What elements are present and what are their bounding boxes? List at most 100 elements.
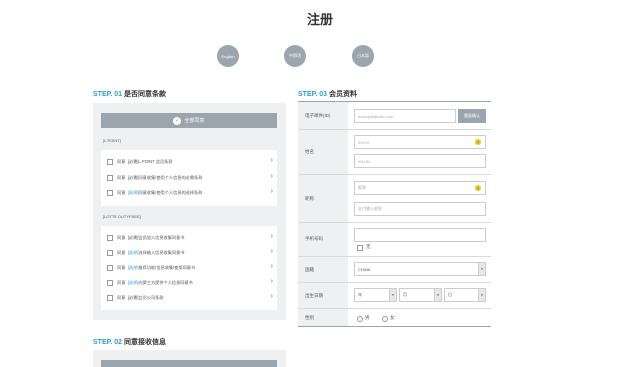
nation-label: 国籍 [305, 267, 314, 272]
item-tag: [必需] [127, 295, 139, 300]
item-text: 同意收集/使用个人信息的选择条款 [138, 190, 203, 195]
item-text: 选择输入信息收集同意书 [138, 250, 185, 255]
step3-bottom-line [298, 326, 491, 327]
agree-checkbox[interactable] [107, 265, 113, 271]
mobile-input[interactable] [354, 228, 486, 242]
step1-title: 是否同意条款 [124, 91, 167, 98]
chevron-right-icon[interactable]: › [271, 173, 273, 180]
page-title: 注册 [306, 12, 333, 27]
step3-title: 会员资料 [329, 91, 358, 98]
birth-year-value: 年 [358, 292, 362, 297]
group-lotte-box: 同意 [必需]会员加入信息收集同意书 › 同意 [选择]选择输入信息收集同意书 … [101, 226, 277, 310]
item-tag: [选择] [127, 190, 139, 195]
item-prefix: 同意 [117, 159, 126, 164]
list-item[interactable]: 同意 [必需]会员加入信息收集同意书 › [101, 232, 277, 244]
list-item[interactable]: 同意 [必需]会员公司条款 › [101, 292, 277, 304]
list-item[interactable]: 同意 [选择]向第三方提供个人信息同意书 › [101, 277, 277, 289]
item-prefix: 同意 [117, 280, 126, 285]
name-label: 姓名 [305, 149, 314, 154]
item-tag: [选择] [127, 265, 139, 270]
dropdown-arrow-icon[interactable]: ▾ [434, 289, 441, 301]
gender-male-radio[interactable] [357, 316, 363, 322]
group-lpoint-box: 同意 [必需]L.POINT 会员条款 › 同意 [必需]同意收集/使用个人信息… [101, 150, 277, 206]
nickname-label: 昵称 [305, 196, 314, 201]
nickname-input[interactable]: 昵称 [354, 181, 486, 195]
step2-heading: STEP. 02 同意接收信息 [93, 337, 166, 347]
receive-agree-button[interactable] [101, 360, 277, 367]
chevron-right-icon[interactable]: › [271, 263, 273, 270]
item-tag: [必需] [127, 235, 139, 240]
item-prefix: 同意 [117, 175, 126, 180]
item-tag: [选择] [127, 250, 139, 255]
item-prefix: 同意 [117, 190, 126, 195]
first-name-input[interactable]: WLUN [354, 154, 486, 168]
check-circle-icon: ✓ [173, 116, 182, 125]
gender-male-label: 男 [365, 315, 370, 320]
lang-english-button[interactable]: English [217, 45, 239, 67]
last-name-input[interactable]: ZHOU [354, 135, 486, 149]
gender-label: 性别 [305, 315, 314, 320]
birth-day-select[interactable]: 日 ▾ [444, 288, 486, 302]
step3-number: STEP. 03 [298, 91, 328, 98]
lang-japanese-button[interactable]: 日本語 [352, 45, 374, 67]
agree-all-button[interactable]: ✓ 全部同意 [101, 113, 277, 128]
divider [298, 282, 491, 283]
agree-checkbox[interactable] [107, 250, 113, 256]
list-item[interactable]: 同意 [选择]选择输入信息收集同意书 › [101, 247, 277, 259]
question-icon[interactable]: ? [475, 185, 481, 191]
step2-number: STEP. 02 [93, 339, 123, 346]
agree-checkbox[interactable] [107, 280, 113, 286]
nickname-confirm-input[interactable]: 支付输入昵称 [354, 202, 486, 216]
gender-female-radio[interactable] [382, 316, 388, 322]
dropdown-arrow-icon[interactable]: ▾ [389, 289, 396, 301]
agree-checkbox[interactable] [107, 235, 113, 241]
nation-value: CHINA [358, 266, 371, 272]
list-item[interactable]: 同意 [必需]同意收集/使用个人信息的必需条款 › [101, 172, 277, 184]
item-tag: [必需] [127, 175, 139, 180]
chevron-right-icon[interactable]: › [271, 157, 273, 164]
birth-month-value: 月 [403, 292, 407, 297]
agree-all-label: 全部同意 [184, 118, 205, 124]
chevron-right-icon[interactable]: › [271, 233, 273, 240]
divider [298, 222, 491, 223]
agree-checkbox[interactable] [107, 190, 113, 196]
agree-checkbox[interactable] [107, 175, 113, 181]
check-duplicate-button[interactable]: 重复确认 [458, 109, 486, 123]
list-item[interactable]: 同意 [选择]推荐功能/信息收集/使用同意书 › [101, 262, 277, 274]
chevron-right-icon[interactable]: › [271, 188, 273, 195]
step1-heading: STEP. 01 是否同意条款 [93, 89, 166, 99]
chevron-right-icon[interactable]: › [271, 248, 273, 255]
group-lpoint-label: [L.POINT] [103, 138, 121, 143]
item-prefix: 同意 [117, 235, 126, 240]
agree-checkbox[interactable] [107, 295, 113, 301]
nation-select[interactable]: CHINA ▾ [354, 262, 486, 276]
list-item[interactable]: 同意 [必需]L.POINT 会员条款 › [101, 156, 277, 168]
birth-day-value: 日 [448, 292, 452, 297]
item-text: 推荐功能/信息收集/使用同意书 [138, 265, 196, 270]
item-text: 会员公司条款 [138, 295, 164, 300]
list-item[interactable]: 同意 [选择]同意收集/使用个人信息的选择条款 › [101, 187, 277, 199]
birth-year-select[interactable]: 年 ▾ [354, 288, 397, 302]
step1-number: STEP. 01 [93, 91, 123, 98]
step2-title: 同意接收信息 [124, 339, 167, 346]
agree-checkbox[interactable] [107, 159, 113, 165]
email-input[interactable]: example@lotte.com [354, 109, 456, 123]
divider [298, 308, 491, 309]
divider [298, 256, 491, 257]
no-mobile-label: 无 [366, 244, 371, 249]
chevron-right-icon[interactable]: › [271, 293, 273, 300]
question-icon[interactable]: ? [475, 139, 481, 145]
no-mobile-checkbox[interactable] [357, 245, 363, 251]
birth-month-select[interactable]: 月 ▾ [399, 288, 442, 302]
item-text: 会员加入信息收集同意书 [138, 235, 185, 240]
group-lotte-label: [LOTTE DUTYFREE] [103, 214, 141, 219]
chevron-right-icon[interactable]: › [271, 278, 273, 285]
dropdown-arrow-icon[interactable]: ▾ [478, 289, 485, 301]
item-text: 向第三方提供个人信息同意书 [138, 280, 193, 285]
lang-chinese-button[interactable]: 中国语 [284, 45, 306, 67]
divider [298, 129, 491, 130]
item-tag: [选择] [127, 280, 139, 285]
dropdown-arrow-icon[interactable]: ▾ [478, 263, 485, 275]
item-text: 同意收集/使用个人信息的必需条款 [138, 175, 203, 180]
mobile-label: 手机号码 [305, 236, 323, 241]
